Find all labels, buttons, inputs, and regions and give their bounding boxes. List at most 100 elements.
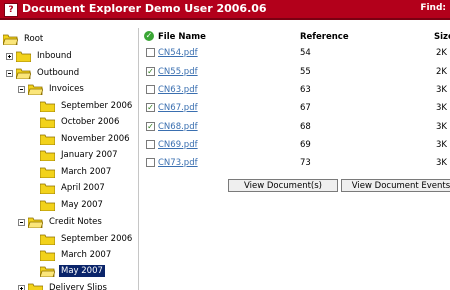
tree-item-inbound[interactable]: Inbound: [6, 48, 74, 64]
tree-label: October 2006: [61, 117, 120, 127]
reference-cell: 54: [300, 48, 311, 58]
tree-item-invoices-jan-2007[interactable]: January 2007: [40, 147, 120, 163]
tree-label: Outbound: [37, 68, 80, 78]
folder-open-icon: [28, 84, 43, 95]
folder-icon: [40, 234, 55, 245]
tree-item-invoices[interactable]: Invoices: [18, 81, 86, 97]
tree-item-invoices-mar-2007[interactable]: March 2007: [40, 164, 113, 180]
tree-item-invoices-sep-2006[interactable]: September 2006: [40, 98, 134, 114]
reference-cell: 55: [300, 67, 311, 77]
size-cell: 2K: [436, 48, 447, 58]
collapse-icon[interactable]: [18, 218, 25, 226]
file-link[interactable]: CN54.pdf: [158, 48, 198, 58]
tree-label: March 2007: [61, 250, 112, 260]
document-list: ✓ File Name Reference Size CN54.pdf 54 2…: [140, 28, 450, 290]
tree-item-delivery-slips[interactable]: Delivery Slips: [18, 280, 109, 290]
tree-label: May 2007: [61, 200, 103, 210]
folder-icon: [40, 150, 55, 161]
folder-icon: [40, 200, 55, 211]
folder-icon: [40, 117, 55, 128]
tree-label: April 2007: [61, 183, 105, 193]
file-link[interactable]: CN69.pdf: [158, 140, 198, 150]
table-row: ✓ CN55.pdf 55 2K: [140, 64, 450, 82]
table-row: CN63.pdf 63 3K: [140, 82, 450, 100]
table-row: CN54.pdf 54 2K: [140, 45, 450, 63]
row-checkbox[interactable]: ✓: [146, 67, 155, 76]
expand-icon[interactable]: [18, 284, 25, 290]
reference-cell: 67: [300, 103, 311, 113]
table-row: ✓ CN67.pdf 67 3K: [140, 100, 450, 118]
column-header-size[interactable]: Size: [434, 32, 450, 42]
row-checkbox[interactable]: [146, 85, 155, 94]
tree-item-credit-notes[interactable]: Credit Notes: [18, 214, 104, 230]
size-cell: 3K: [436, 103, 447, 113]
row-checkbox[interactable]: ✓: [146, 103, 155, 112]
column-header-file-name[interactable]: File Name: [158, 32, 206, 42]
file-link[interactable]: CN73.pdf: [158, 158, 198, 168]
tree-item-credit-may-2007[interactable]: May 2007: [40, 263, 105, 279]
tree-label: September 2006: [61, 234, 133, 244]
tree-label: November 2006: [61, 134, 130, 144]
view-documents-button[interactable]: View Document(s): [228, 179, 338, 192]
folder-icon: [40, 134, 55, 145]
table-row: ✓ CN68.pdf 68 3K: [140, 119, 450, 137]
app-titlebar: ? Document Explorer Demo User 2006.06 Fi…: [0, 0, 450, 20]
folder-open-icon: [40, 266, 55, 277]
reference-cell: 63: [300, 85, 311, 95]
table-row: CN73.pdf 73 3K: [140, 155, 450, 173]
reference-cell: 73: [300, 158, 311, 168]
folder-tree: Root Inbound Outbound Invoices September…: [0, 28, 139, 290]
tree-label: March 2007: [61, 167, 112, 177]
file-link[interactable]: CN55.pdf: [158, 67, 198, 77]
file-link[interactable]: CN63.pdf: [158, 85, 198, 95]
size-cell: 3K: [436, 85, 447, 95]
tree-item-credit-mar-2007[interactable]: March 2007: [40, 247, 113, 263]
folder-icon: [40, 101, 55, 112]
collapse-icon[interactable]: [6, 69, 13, 77]
collapse-icon[interactable]: [18, 85, 25, 93]
reference-cell: 68: [300, 122, 311, 132]
tree-item-credit-sep-2006[interactable]: September 2006: [40, 231, 134, 247]
column-header-reference[interactable]: Reference: [300, 32, 349, 42]
check-circle-icon: ✓: [144, 31, 154, 41]
size-cell: 3K: [436, 140, 447, 150]
tree-item-invoices-nov-2006[interactable]: November 2006: [40, 131, 132, 147]
file-link[interactable]: CN67.pdf: [158, 103, 198, 113]
tree-label: September 2006: [61, 101, 133, 111]
tree-item-invoices-oct-2006[interactable]: October 2006: [40, 114, 121, 130]
find-label: Find:: [420, 3, 446, 13]
folder-icon: [40, 250, 55, 261]
row-checkbox[interactable]: ✓: [146, 122, 155, 131]
tree-label-selected: May 2007: [59, 265, 105, 277]
folder-icon: [16, 51, 31, 62]
row-checkbox[interactable]: [146, 48, 155, 57]
file-link[interactable]: CN68.pdf: [158, 122, 198, 132]
tree-label: Credit Notes: [49, 217, 102, 227]
reference-cell: 69: [300, 140, 311, 150]
tree-item-outbound[interactable]: Outbound: [6, 65, 81, 81]
folder-open-icon: [28, 217, 43, 228]
view-document-events-button[interactable]: View Document Events: [341, 179, 450, 192]
tree-label: January 2007: [61, 150, 118, 160]
row-checkbox[interactable]: [146, 140, 155, 149]
tree-label: Invoices: [49, 84, 84, 94]
help-button[interactable]: ?: [4, 3, 18, 17]
tree-item-invoices-may-2007[interactable]: May 2007: [40, 197, 105, 213]
size-cell: 2K: [436, 67, 447, 77]
tree-item-root[interactable]: Root: [3, 31, 45, 47]
tree-label: Inbound: [37, 51, 72, 61]
expand-icon[interactable]: [6, 52, 13, 60]
folder-open-icon: [16, 68, 31, 79]
app-title: Document Explorer Demo User 2006.06: [22, 2, 267, 15]
table-row: CN69.pdf 69 3K: [140, 137, 450, 155]
tree-label: Root: [24, 34, 44, 44]
size-cell: 3K: [436, 158, 447, 168]
tree-label: Delivery Slips: [49, 283, 107, 290]
folder-open-icon: [3, 34, 18, 45]
row-checkbox[interactable]: [146, 158, 155, 167]
tree-item-invoices-apr-2007[interactable]: April 2007: [40, 180, 107, 196]
size-cell: 3K: [436, 122, 447, 132]
folder-icon: [28, 283, 43, 290]
folder-icon: [40, 183, 55, 194]
folder-icon: [40, 167, 55, 178]
